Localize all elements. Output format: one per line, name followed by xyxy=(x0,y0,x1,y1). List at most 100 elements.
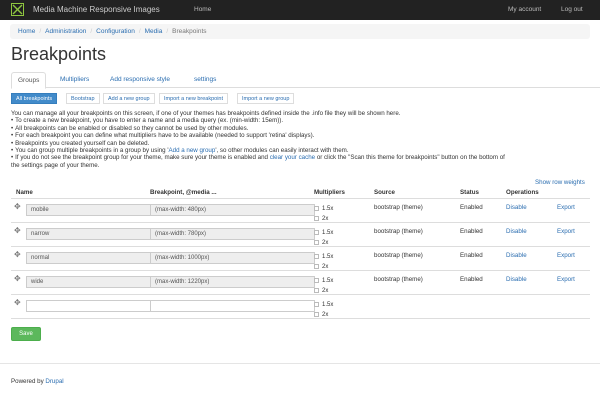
subtab-add-new-group[interactable]: Add a new group xyxy=(103,93,155,104)
checkbox-icon[interactable] xyxy=(314,216,319,221)
table-row: ✥ narrow (max-width: 780px) 1.5x 2x boot… xyxy=(11,223,590,247)
breakpoint-media-field[interactable]: (max-width: 1220px) xyxy=(150,276,315,288)
source-cell: bootstrap (theme) xyxy=(374,252,423,259)
source-cell: bootstrap (theme) xyxy=(374,204,423,211)
clear-cache-link[interactable]: clear your cache xyxy=(270,154,315,161)
footer: Powered by Drupal xyxy=(11,378,64,385)
breakpoint-media-field[interactable]: (max-width: 1000px) xyxy=(150,252,315,264)
multiplier-options: 1.5x 2x xyxy=(314,204,333,224)
save-button[interactable]: Save xyxy=(11,327,41,341)
disable-link[interactable]: Disable xyxy=(506,252,527,259)
new-breakpoint-name-input[interactable] xyxy=(26,300,151,312)
multiplier-option[interactable]: 1.5x xyxy=(314,300,333,310)
disable-link[interactable]: Disable xyxy=(506,204,527,211)
footer-powered-by: Powered by xyxy=(11,378,46,385)
multiplier-options: 1.5x 2x xyxy=(314,276,333,296)
checkbox-icon[interactable] xyxy=(314,230,319,235)
disable-link[interactable]: Disable xyxy=(506,276,527,283)
breadcrumb-media[interactable]: Media xyxy=(145,28,163,35)
tab-multipliers[interactable]: Multipliers xyxy=(54,72,95,88)
drag-handle-icon[interactable]: ✥ xyxy=(14,250,21,259)
breakpoint-media-field[interactable]: (max-width: 480px) xyxy=(150,204,315,216)
multiplier-option[interactable]: 1.5x xyxy=(314,276,333,286)
multiplier-option[interactable]: 1.5x xyxy=(314,252,333,262)
checkbox-icon[interactable] xyxy=(314,264,319,269)
multiplier-option[interactable]: 1.5x xyxy=(314,228,333,238)
source-cell: bootstrap (theme) xyxy=(374,276,423,283)
breadcrumb: Home / Administration / Configuration / Media /… xyxy=(10,24,590,39)
column-header-status: Status xyxy=(460,189,479,196)
export-link[interactable]: Export xyxy=(557,228,575,235)
drag-handle-icon[interactable]: ✥ xyxy=(14,202,21,211)
show-row-weights-link[interactable]: Show row weights xyxy=(535,179,585,186)
status-cell: Enabled xyxy=(460,276,483,283)
table-header: Name Breakpoint, @media ... Multipliers … xyxy=(11,187,590,199)
column-header-name: Name xyxy=(16,189,33,196)
table-row: ✥ normal (max-width: 1000px) 1.5x 2x boo… xyxy=(11,247,590,271)
media-machine-logo-icon[interactable] xyxy=(11,3,24,16)
tab-groups[interactable]: Groups xyxy=(11,72,47,89)
breadcrumb-separator: / xyxy=(39,28,42,35)
breadcrumb-home[interactable]: Home xyxy=(18,28,35,35)
table-row: ✥ wide (max-width: 1220px) 1.5x 2x boots… xyxy=(11,271,590,295)
breakpoint-name-field[interactable]: wide xyxy=(26,276,151,288)
new-breakpoint-row: ✥ 1.5x 2x xyxy=(11,295,590,319)
status-cell: Enabled xyxy=(460,204,483,211)
checkbox-icon[interactable] xyxy=(314,278,319,283)
top-navbar: Media Machine Responsive Images Home My … xyxy=(0,0,600,20)
status-cell: Enabled xyxy=(460,228,483,235)
drupal-link[interactable]: Drupal xyxy=(45,378,63,385)
help-item-continued: the settings page of your theme. xyxy=(11,161,100,169)
checkbox-icon[interactable] xyxy=(314,302,319,307)
column-header-operations: Operations xyxy=(506,189,539,196)
export-link[interactable]: Export xyxy=(557,252,575,259)
add-new-group-link[interactable]: Add a new group xyxy=(169,147,216,154)
footer-divider xyxy=(0,363,600,364)
source-cell: bootstrap (theme) xyxy=(374,228,423,235)
page-title: Breakpoints xyxy=(11,44,107,64)
checkbox-icon[interactable] xyxy=(314,254,319,259)
table-row: ✥ mobile (max-width: 480px) 1.5x 2x boot… xyxy=(11,199,590,223)
breakpoint-media-field[interactable]: (max-width: 780px) xyxy=(150,228,315,240)
help-intro: You can manage all your breakpoints on t… xyxy=(11,110,401,117)
breadcrumb-current: Breakpoints xyxy=(172,28,207,35)
breakpoint-name-field[interactable]: normal xyxy=(26,252,151,264)
breakpoint-name-field[interactable]: narrow xyxy=(26,228,151,240)
help-text: You can manage all your breakpoints on t… xyxy=(11,110,591,169)
breadcrumb-separator: / xyxy=(166,28,169,35)
checkbox-icon[interactable] xyxy=(314,206,319,211)
subtab-bootstrap[interactable]: Bootstrap xyxy=(66,93,100,104)
multiplier-option[interactable]: 2x xyxy=(314,310,333,320)
export-link[interactable]: Export xyxy=(557,276,575,283)
breadcrumb-configuration[interactable]: Configuration xyxy=(96,28,135,35)
subtab-import-new-breakpoint[interactable]: Import a new breakpoint xyxy=(159,93,229,104)
export-link[interactable]: Export xyxy=(557,204,575,211)
help-item: Breakpoints you created yourself can be … xyxy=(11,140,591,147)
tab-settings[interactable]: settings xyxy=(188,72,222,88)
nav-home-link[interactable]: Home xyxy=(194,6,211,13)
tab-add-responsive-style[interactable]: Add responsive style xyxy=(104,72,176,88)
nav-logout-link[interactable]: Log out xyxy=(561,6,583,13)
new-breakpoint-media-input[interactable] xyxy=(150,300,315,312)
help-item: You can group multiple breakpoints in a … xyxy=(11,147,591,154)
help-item: All breakpoints can be enabled or disabl… xyxy=(11,125,591,132)
disable-link[interactable]: Disable xyxy=(506,228,527,235)
multiplier-option[interactable]: 1.5x xyxy=(314,204,333,214)
help-item: To create a new breakpoint, you have to … xyxy=(11,117,591,124)
column-header-source: Source xyxy=(374,189,395,196)
checkbox-icon[interactable] xyxy=(314,288,319,293)
subtab-all-breakpoints[interactable]: All breakpoints xyxy=(11,93,58,104)
drag-handle-icon[interactable]: ✥ xyxy=(14,274,21,283)
breadcrumb-separator: / xyxy=(90,28,93,35)
checkbox-icon[interactable] xyxy=(314,312,319,317)
checkbox-icon[interactable] xyxy=(314,240,319,245)
primary-tabs: Groups Multipliers Add responsive style … xyxy=(11,72,600,89)
multiplier-options: 1.5x 2x xyxy=(314,300,333,320)
drag-handle-icon[interactable]: ✥ xyxy=(14,226,21,235)
breakpoint-name-field[interactable]: mobile xyxy=(26,204,151,216)
drag-handle-icon[interactable]: ✥ xyxy=(14,298,21,307)
nav-my-account-link[interactable]: My account xyxy=(508,6,541,13)
subtab-import-new-group[interactable]: Import a new group xyxy=(237,93,295,104)
breadcrumb-administration[interactable]: Administration xyxy=(45,28,86,35)
site-brand-link[interactable]: Media Machine Responsive Images xyxy=(33,5,160,14)
